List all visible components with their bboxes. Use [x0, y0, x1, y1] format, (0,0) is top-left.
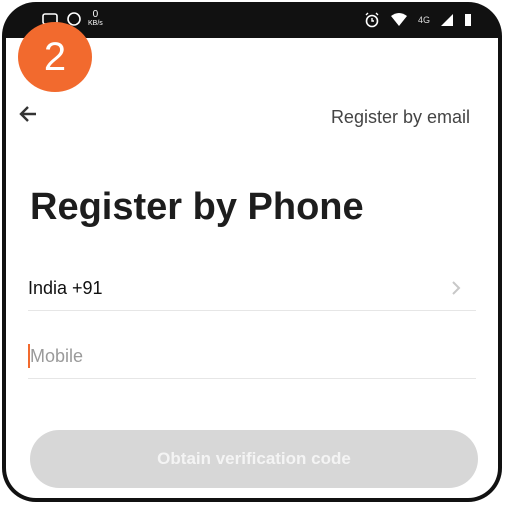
- app-screen: Register by email Register by Phone Indi…: [6, 38, 498, 498]
- back-arrow-icon[interactable]: [18, 104, 38, 124]
- country-selector[interactable]: India +91: [28, 268, 476, 311]
- step-number-badge: 2: [18, 22, 92, 92]
- signal-icon: [441, 14, 453, 26]
- net-speed-value: 0: [92, 9, 99, 20]
- alarm-icon: [365, 12, 379, 28]
- wifi-icon: [390, 13, 407, 26]
- mobile-input[interactable]: [30, 340, 470, 372]
- mobile-field[interactable]: [28, 336, 476, 379]
- network-type: 4G: [417, 15, 430, 25]
- obtain-verification-code-button[interactable]: Obtain verification code: [30, 430, 478, 488]
- net-speed: 0 KB/s: [88, 9, 103, 28]
- net-speed-unit: KB/s: [88, 20, 103, 27]
- country-value: India +91: [28, 278, 103, 298]
- battery-icon: [465, 14, 471, 26]
- chevron-right-icon: [452, 281, 461, 295]
- page-title: Register by Phone: [30, 186, 364, 228]
- status-right: 4G: [364, 12, 472, 28]
- register-by-email-link[interactable]: Register by email: [331, 107, 470, 128]
